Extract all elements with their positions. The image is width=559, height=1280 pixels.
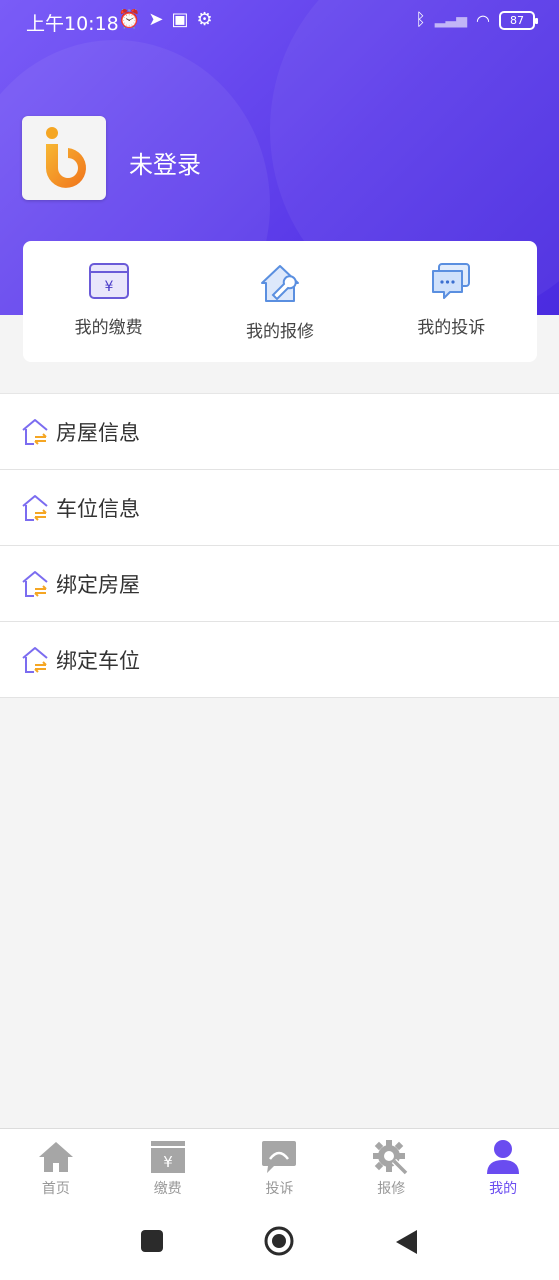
status-time: 上午10:18 — [26, 13, 119, 35]
telegram-icon: ➤ — [148, 9, 164, 30]
tab-label: 我的 — [489, 1181, 518, 1197]
menu-item-bind-house[interactable]: 绑定房屋 — [0, 546, 559, 622]
wifi-icon: ◠ — [476, 10, 490, 30]
menu-item-bind-parking[interactable]: 绑定车位 — [0, 622, 559, 698]
quick-action-label: 我的报修 — [245, 322, 314, 342]
bill-icon: ¥ — [88, 263, 129, 299]
tab-home[interactable]: 首页 — [0, 1129, 112, 1210]
menu-item-label: 房屋信息 — [56, 420, 140, 445]
tab-mine[interactable]: 我的 — [447, 1129, 559, 1210]
circle-home-icon — [264, 1226, 294, 1256]
login-status[interactable]: 未登录 — [129, 145, 201, 180]
battery-icon: 87 — [499, 10, 538, 30]
settings-menu: 房屋信息 车位信息 绑定房屋 绑定车位 — [0, 393, 559, 698]
repair-gear-icon — [373, 1140, 408, 1175]
house-switch-icon — [22, 646, 48, 673]
chat-bubble-icon — [432, 263, 471, 299]
home-button[interactable] — [263, 1225, 295, 1261]
battery-level: 87 — [510, 13, 524, 27]
recent-apps-button[interactable] — [139, 1228, 165, 1258]
my-payment-button[interactable]: ¥ 我的缴费 — [23, 241, 194, 362]
bluetooth-icon: ᛒ — [415, 10, 426, 30]
tab-repair[interactable]: 报修 — [335, 1129, 447, 1210]
house-switch-icon — [22, 418, 48, 445]
back-button[interactable] — [393, 1228, 419, 1260]
tab-label: 报修 — [377, 1181, 406, 1197]
back-triangle-icon — [396, 1230, 417, 1254]
house-switch-icon — [22, 570, 48, 597]
app-logo-avatar[interactable] — [22, 116, 106, 200]
logo-icon — [46, 127, 86, 188]
payment-icon: ¥ — [150, 1141, 185, 1173]
system-navigation-bar — [0, 1210, 559, 1280]
tab-label: 投诉 — [265, 1181, 294, 1197]
bottom-tab-bar: 首页 ¥ 缴费 投诉 报修 我的 — [0, 1128, 559, 1210]
tab-complaint[interactable]: 投诉 — [224, 1129, 336, 1210]
menu-item-house-info[interactable]: 房屋信息 — [0, 394, 559, 470]
svg-text:¥: ¥ — [163, 1153, 173, 1171]
quick-action-label: 我的投诉 — [417, 318, 486, 338]
menu-item-parking-info[interactable]: 车位信息 — [0, 470, 559, 546]
quick-action-label: 我的缴费 — [74, 318, 143, 338]
complaint-icon — [262, 1141, 297, 1173]
quick-actions-card: ¥ 我的缴费 我的报修 我的投诉 — [23, 241, 537, 362]
user-icon — [487, 1140, 520, 1174]
house-switch-icon — [22, 494, 48, 521]
tab-label: 缴费 — [153, 1181, 182, 1197]
home-icon — [38, 1142, 73, 1172]
house-repair-icon — [260, 265, 299, 302]
notification-icons: ⏰ ➤ ▣ ⚙ — [118, 10, 213, 30]
menu-item-label: 绑定车位 — [56, 648, 140, 673]
menu-item-label: 绑定房屋 — [56, 572, 140, 597]
menu-item-label: 车位信息 — [56, 496, 140, 521]
status-bar: 上午10:18 ⏰ ➤ ▣ ⚙ ᛒ ▂▃▅ ◠ 87 — [0, 0, 559, 42]
my-repair-button[interactable]: 我的报修 — [194, 241, 365, 362]
system-icons: ᛒ ▂▃▅ ◠ 87 — [415, 10, 538, 30]
signal-icon: ▂▃▅ — [434, 12, 468, 28]
my-complaint-button[interactable]: 我的投诉 — [366, 241, 537, 362]
settings-icon: ⚙ — [196, 9, 213, 30]
tab-payment[interactable]: ¥ 缴费 — [112, 1129, 224, 1210]
alarm-off-icon: ⏰ — [118, 9, 141, 30]
app-notification-icon: ▣ — [171, 9, 189, 30]
svg-text:¥: ¥ — [104, 279, 113, 295]
tab-label: 首页 — [41, 1181, 70, 1197]
square-icon — [141, 1230, 163, 1252]
